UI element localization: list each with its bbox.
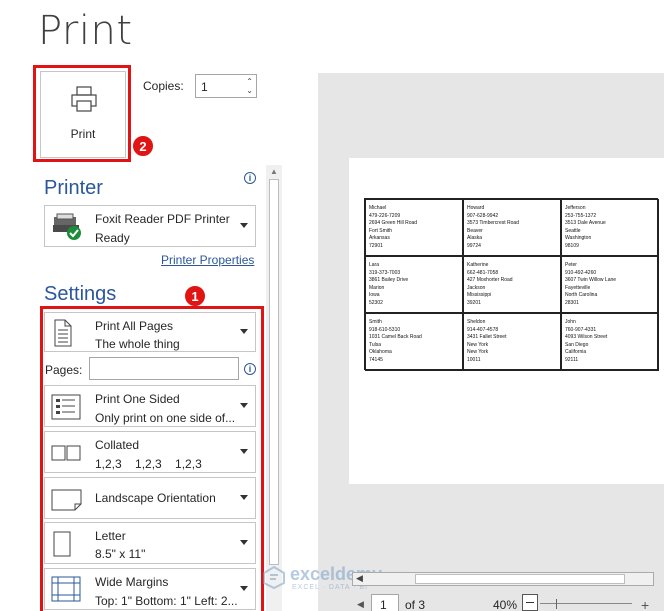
preview-label-line: 1031 Camel Back Road — [369, 334, 422, 341]
preview-label-line: California — [565, 349, 587, 356]
copies-value: 1 — [201, 80, 208, 94]
annotation-badge-1: 1 — [184, 285, 206, 307]
highlight-box-print — [33, 65, 131, 162]
preview-label-line: 74145 — [369, 356, 383, 363]
chevron-down-icon — [240, 223, 248, 228]
preview-label-line: 72901 — [369, 242, 383, 249]
info-icon[interactable]: i — [244, 172, 256, 184]
page-number-input[interactable]: 1 — [371, 594, 399, 611]
preview-label-line: Iowa — [369, 292, 380, 299]
scrollbar-thumb[interactable] — [415, 574, 625, 584]
preview-label-line: 2694 Green Hill Road — [369, 220, 418, 227]
printer-dropdown[interactable]: Foxit Reader PDF Printer Ready — [44, 205, 256, 247]
preview-label-line: Seattle — [565, 227, 581, 234]
preview-label-line: 479-226-7209 — [369, 212, 401, 219]
preview-label-line: Lara — [369, 262, 380, 268]
preview-label-line: North Carolina — [565, 292, 598, 299]
zoom-slider-handle[interactable] — [556, 599, 557, 609]
preview-label-line: Washington — [565, 235, 592, 242]
page-number-value: 1 — [380, 598, 387, 611]
copies-stepper[interactable]: 1 ⌃ ⌄ — [195, 74, 257, 98]
scrollbar-thumb[interactable] — [269, 179, 279, 565]
preview-label-line: 253-755-1372 — [565, 212, 597, 219]
zoom-in-button[interactable]: + — [641, 597, 649, 611]
preview-label-line: 28301 — [565, 299, 579, 306]
preview-label-line: 52302 — [369, 299, 383, 306]
preview-label-line: 918-610-5310 — [369, 326, 401, 333]
preview-label-line: John — [565, 319, 576, 325]
preview-label-line: Fayetteville — [565, 284, 591, 291]
preview-label-line: Peter — [565, 262, 577, 268]
preview-label-line: Jefferson — [565, 205, 586, 211]
highlight-box-settings — [40, 306, 264, 611]
zoom-out-button[interactable] — [522, 594, 538, 611]
preview-label-line: 39201 — [467, 299, 481, 306]
preview-label-line: New York — [467, 349, 489, 356]
zoom-slider[interactable] — [540, 603, 632, 604]
preview-label-line: Mississippi — [467, 292, 492, 299]
printer-ready-icon — [53, 213, 81, 240]
preview-label-line: Tulsa — [369, 341, 382, 348]
preview-label-cell: Peter 910-492-4260 3607 Twin Willow Lane Fa… — [561, 256, 659, 313]
preview-label-line: 662-481-7058 — [467, 269, 499, 276]
preview-label-cell: Sheldon 914-407-4578 3431 Fallet Street New… — [463, 313, 561, 371]
preview-label-cell: Howard 907-628-9942 3573 Timbercrest Road B… — [463, 199, 561, 256]
preview-label-line: Smith — [369, 319, 382, 325]
printer-status: Ready — [95, 231, 130, 245]
preview-label-line: 3861 Bailey Drive — [369, 277, 409, 284]
preview-label-line: 92111 — [565, 356, 579, 363]
preview-label-grid: Michael 479-226-7209 2694 Green Hill Road F… — [364, 198, 659, 371]
preview-label-line: Marion — [369, 284, 385, 291]
preview-label-line: Michael — [369, 205, 387, 211]
preview-label-line: 10011 — [467, 356, 481, 363]
page-title: Print — [38, 8, 133, 54]
zoom-level: 40% — [493, 598, 518, 611]
preview-label-line: 427 Moxhorter Road — [467, 277, 513, 284]
preview-label-cell: Michael 479-226-7209 2694 Green Hill Road F… — [365, 199, 463, 256]
preview-label-line: 914-407-4578 — [467, 326, 499, 333]
exceldemy-logo-icon — [263, 565, 285, 589]
page-total: of 3 — [405, 598, 426, 611]
preview-label-line: San Diego — [565, 341, 589, 348]
preview-label-line: Beaver — [467, 227, 483, 234]
preview-label-line: 4093 Wilson Street — [565, 334, 608, 341]
preview-label-line: 98109 — [565, 242, 579, 249]
settings-section-title: Settings — [44, 283, 117, 305]
printer-section-title: Printer — [44, 177, 103, 199]
preview-label-line: 3431 Fallet Street — [467, 334, 507, 341]
preview-label-line: Arkansas — [369, 235, 390, 242]
preview-label-cell: John 760-907-4331 4093 Wilson Street San Di… — [561, 313, 659, 371]
scroll-left-icon[interactable]: ◀ — [356, 573, 363, 584]
settings-scrollbar[interactable]: ▲ — [266, 165, 282, 611]
preview-label-line: 760-907-4331 — [565, 326, 597, 333]
preview-label-cell: Lara 319-373-7003 3861 Bailey Drive Marion I… — [365, 256, 463, 313]
preview-label-cell: Smith 918-610-5310 1031 Camel Back Road Tul… — [365, 313, 463, 371]
previous-page-icon[interactable]: ◀ — [357, 599, 364, 610]
preview-label-line: Jackson — [467, 284, 486, 291]
printer-name: Foxit Reader PDF Printer — [95, 212, 230, 226]
preview-label-cell: Katherine 662-481-7058 427 Moxhorter Road J… — [463, 256, 561, 313]
preview-label-line: 99724 — [467, 242, 481, 249]
preview-label-line: Oklahoma — [369, 349, 392, 356]
preview-label-line: 3607 Twin Willow Lane — [565, 277, 617, 284]
preview-label-line: 3573 Timbercrest Road — [467, 220, 519, 227]
preview-label-line: Howard — [467, 205, 485, 211]
preview-label-line: 910-492-4260 — [565, 269, 597, 276]
copies-label: Copies: — [143, 79, 184, 93]
preview-label-line: New York — [467, 341, 489, 348]
preview-label-cell: Jefferson 253-755-1372 3513 Dale Avenue Sea… — [561, 199, 659, 256]
preview-label-line: Alaska — [467, 235, 483, 242]
preview-label-line: Sheldon — [467, 319, 486, 325]
preview-label-line: Fort Smith — [369, 227, 393, 234]
preview-label-line: 319-373-7003 — [369, 269, 401, 276]
scroll-up-icon[interactable]: ▲ — [270, 167, 278, 176]
preview-label-line: 907-628-9942 — [467, 212, 499, 219]
preview-horizontal-scrollbar[interactable]: ◀ — [352, 572, 654, 586]
printer-properties-link[interactable]: Printer Properties — [161, 253, 254, 267]
chevron-up-icon[interactable]: ⌃ — [246, 77, 253, 86]
annotation-badge-2: 2 — [132, 135, 154, 157]
chevron-down-icon[interactable]: ⌄ — [246, 86, 253, 95]
preview-label-line: Katherine — [467, 262, 489, 268]
preview-label-line: 3513 Dale Avenue — [565, 220, 606, 227]
